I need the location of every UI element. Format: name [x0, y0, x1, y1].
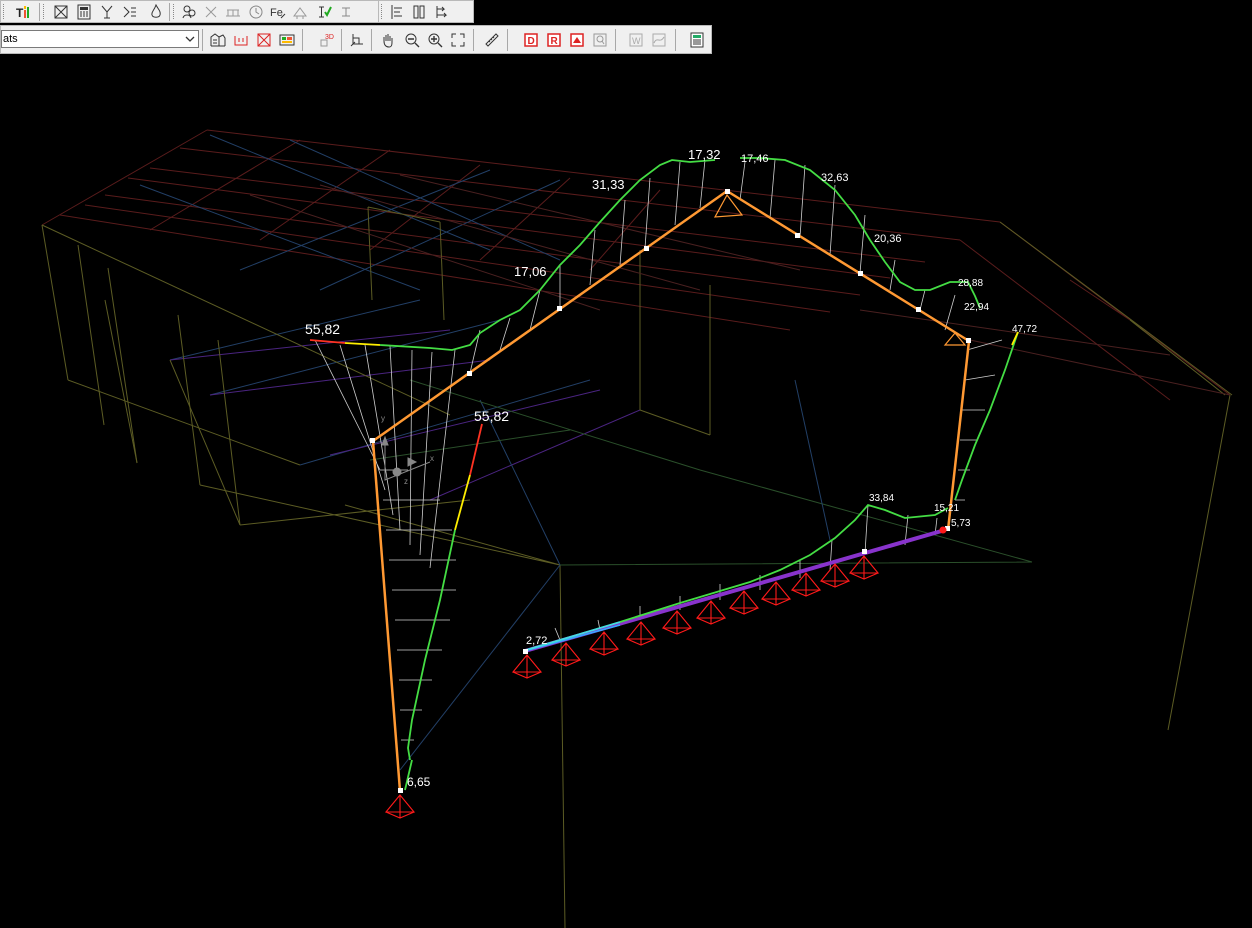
- calculator2-icon[interactable]: [687, 30, 707, 49]
- align-left-icon[interactable]: [387, 2, 407, 21]
- users-icon[interactable]: [179, 2, 199, 21]
- columns-icon[interactable]: [409, 2, 429, 21]
- view-combo-value: ats: [3, 33, 18, 45]
- frame-icon[interactable]: [51, 2, 71, 21]
- calculator-icon[interactable]: [74, 2, 94, 21]
- value-label: 15,21: [934, 503, 959, 514]
- value-label: 31,33: [592, 177, 625, 192]
- support-icon: [384, 794, 416, 819]
- value-label: 17,32: [688, 147, 721, 162]
- value-label: 55,82: [474, 408, 509, 424]
- toolbar-separator: [341, 29, 342, 51]
- value-label: 55,82: [305, 321, 340, 337]
- toolbar-separator: [202, 29, 203, 51]
- toolbar-area: T Fe ats 3D D R W: [0, 0, 1252, 54]
- value-label: 32,63: [821, 172, 849, 184]
- zoom-out-icon[interactable]: [402, 30, 422, 49]
- toolbar-separator: [675, 29, 676, 51]
- structure-icon[interactable]: [208, 30, 228, 49]
- find-icon[interactable]: [590, 30, 610, 49]
- axis-label-y: y: [381, 414, 385, 423]
- chevron-down-icon[interactable]: [184, 33, 196, 45]
- value-label: 20,36: [874, 233, 902, 245]
- frame-red-icon[interactable]: [254, 30, 274, 49]
- 3d-icon[interactable]: 3D: [317, 30, 337, 49]
- zoom-fit-icon[interactable]: [448, 30, 468, 49]
- svg-text:Fe: Fe: [270, 7, 283, 19]
- render-icon[interactable]: [567, 30, 587, 49]
- axis-label-z: z: [404, 477, 408, 486]
- view-combo[interactable]: ats: [1, 30, 199, 48]
- beam-icon[interactable]: [120, 2, 140, 21]
- r-icon[interactable]: R: [544, 30, 564, 49]
- moment-diagram-hatching: [314, 159, 1003, 741]
- toolbar-separator: [39, 3, 40, 21]
- svg-text:D: D: [528, 36, 535, 47]
- tables-icon[interactable]: T: [13, 2, 33, 21]
- chart-icon[interactable]: [649, 30, 669, 49]
- structure-canvas[interactable]: x y z 55,82 55,82 17,06 31,33 17,32 17,4…: [0, 54, 1252, 928]
- wireframe-grid: [41, 129, 1233, 928]
- toolbar-separator: [302, 29, 303, 51]
- toolbar-separator: [507, 29, 508, 51]
- weld-icon[interactable]: [97, 2, 117, 21]
- perspective-icon[interactable]: [347, 30, 367, 49]
- toolbar-row-2: ats 3D D R W: [0, 25, 712, 54]
- value-label: 28,88: [958, 278, 983, 289]
- value-label: 17,06: [514, 264, 547, 279]
- value-label: 5,73: [951, 518, 971, 529]
- fe-icon[interactable]: Fe: [268, 2, 288, 21]
- toolbar-separator: [615, 29, 616, 51]
- results-icon[interactable]: [277, 30, 297, 49]
- pan-icon[interactable]: [378, 30, 398, 49]
- release-icon[interactable]: [231, 30, 251, 49]
- value-label: 17,46: [741, 153, 769, 165]
- cross-icon[interactable]: [201, 2, 221, 21]
- supports-icon[interactable]: [223, 2, 243, 21]
- toolbar-grip[interactable]: [381, 4, 385, 19]
- fire-icon[interactable]: [146, 2, 166, 21]
- axis-label-x: x: [430, 454, 434, 463]
- svg-text:R: R: [551, 36, 559, 47]
- svg-text:W: W: [632, 36, 641, 46]
- foundation-beam: [524, 528, 946, 653]
- toolbar-grip[interactable]: [43, 4, 47, 19]
- beam-i-icon[interactable]: [336, 2, 356, 21]
- toolbar-separator: [473, 29, 474, 51]
- svg-text:T: T: [16, 6, 24, 20]
- ruler-icon[interactable]: [482, 30, 502, 49]
- frame-members: [371, 189, 971, 792]
- release-symbols: [713, 193, 967, 346]
- right-rafter: [726, 189, 970, 343]
- arrows-icon[interactable]: [432, 2, 452, 21]
- structure-viewport[interactable]: x y z 55,82 55,82 17,06 31,33 17,32 17,4…: [0, 54, 1252, 928]
- clock-icon[interactable]: [246, 2, 266, 21]
- value-label: 6,65: [407, 775, 431, 789]
- supports: [384, 526, 947, 819]
- toolbar-grip[interactable]: [173, 4, 177, 19]
- left-rafter: [372, 189, 728, 443]
- toolbar-grip[interactable]: [3, 4, 7, 19]
- value-label: 22,94: [964, 302, 989, 313]
- d-icon[interactable]: D: [521, 30, 541, 49]
- text-icon[interactable]: W: [626, 30, 646, 49]
- value-label: 2,72: [526, 635, 547, 647]
- right-column: [946, 340, 971, 531]
- edit-check-icon[interactable]: [314, 2, 334, 21]
- zoom-in-icon[interactable]: [425, 30, 445, 49]
- toolbar-separator: [169, 3, 170, 21]
- section-icon[interactable]: [290, 2, 310, 21]
- left-column: [371, 440, 402, 792]
- toolbar-row-1-secondary: [378, 0, 474, 23]
- toolbar-separator: [371, 29, 372, 51]
- value-label: 47,72: [1012, 324, 1037, 335]
- value-label: 33,84: [869, 493, 894, 504]
- frame-nodes: [370, 189, 971, 793]
